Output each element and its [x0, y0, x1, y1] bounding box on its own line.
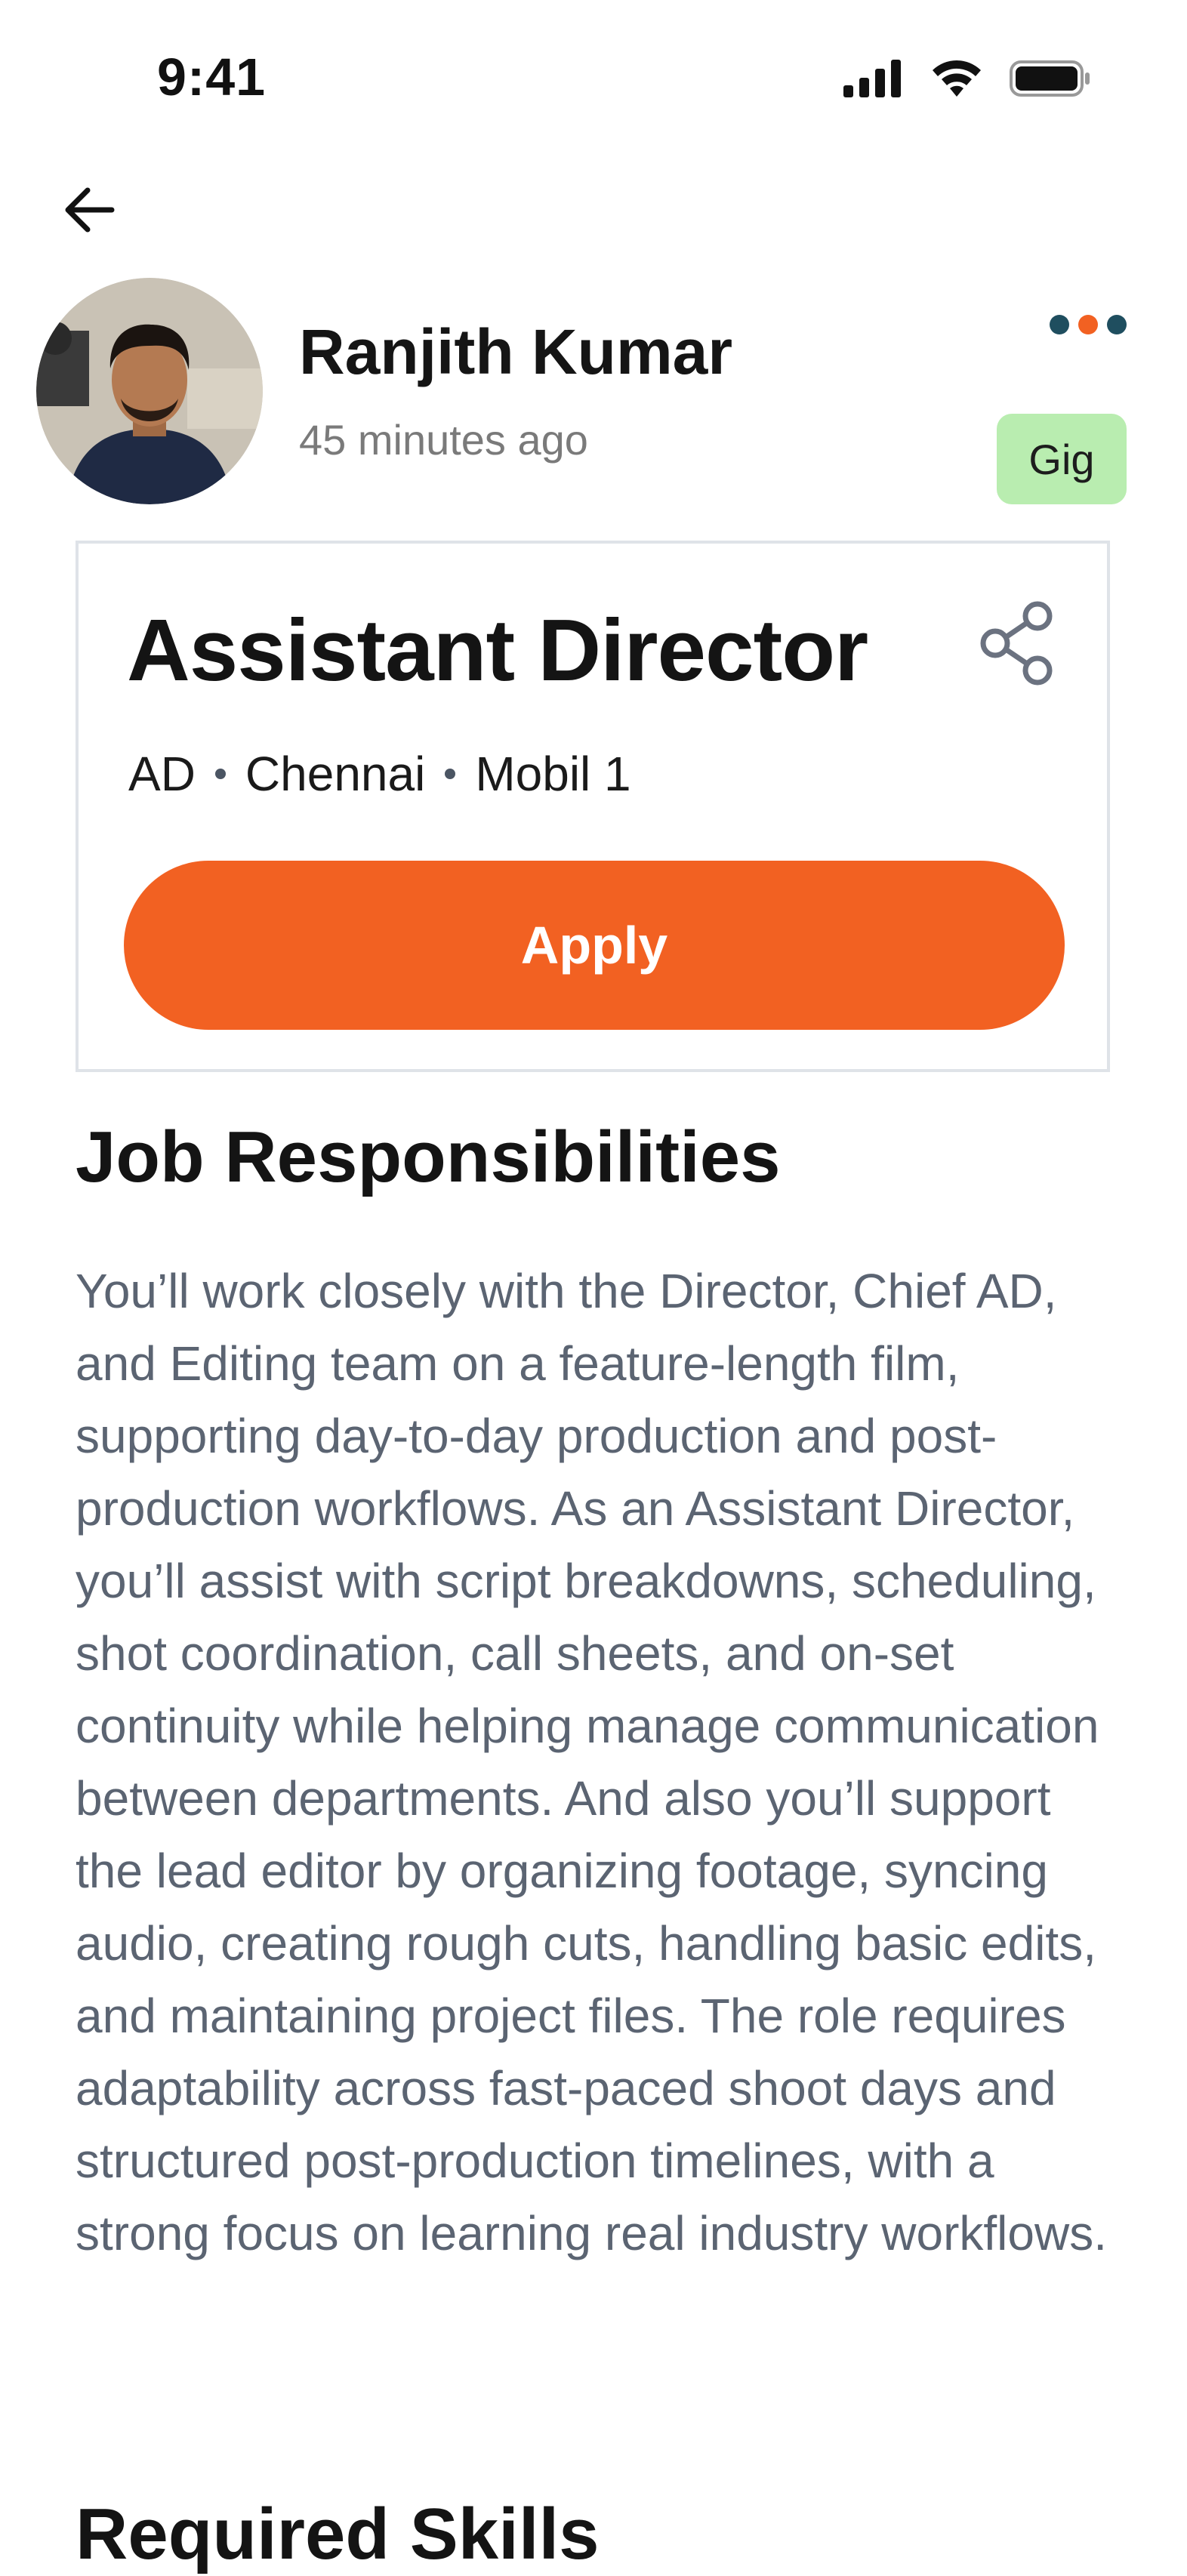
status-bar: 9:41 [0, 0, 1187, 151]
more-options-button[interactable] [1050, 310, 1131, 340]
battery-icon [1010, 60, 1090, 97]
post-timestamp: 45 minutes ago [299, 416, 588, 464]
author-name[interactable]: Ranjith Kumar [299, 316, 732, 389]
job-title: Assistant Director [127, 601, 868, 699]
avatar-image [36, 278, 263, 504]
arrow-left-icon [65, 187, 115, 233]
job-meta-company: Mobil 1 [475, 747, 631, 801]
share-icon [980, 601, 1053, 686]
more-dots-icon-dot-2 [1078, 315, 1098, 334]
wifi-icon [933, 60, 981, 97]
back-button[interactable] [59, 178, 122, 242]
status-icons [843, 59, 1093, 98]
share-button[interactable] [974, 598, 1065, 689]
job-card: Assistant Director AD Chennai Mobil 1 Ap… [76, 541, 1110, 1072]
separator-dot [445, 769, 456, 779]
responsibilities-text: You’ll work closely with the Director, C… [76, 1264, 1107, 2260]
skills-heading: Required Skills [76, 2494, 600, 2574]
job-type-badge: Gig [997, 414, 1127, 504]
avatar[interactable] [36, 278, 263, 504]
job-meta-location: Chennai [245, 747, 426, 801]
more-dots-icon-dot-3 [1107, 315, 1127, 334]
cellular-signal-icon [843, 60, 901, 97]
separator-dot [214, 769, 226, 779]
status-time: 9:41 [157, 48, 267, 106]
responsibilities-heading: Job Responsibilities [76, 1117, 781, 1197]
apply-button[interactable]: Apply [124, 861, 1065, 1030]
job-meta: AD Chennai Mobil 1 [128, 746, 631, 802]
more-dots-icon-dot-1 [1050, 315, 1069, 334]
job-meta-role: AD [128, 747, 196, 801]
